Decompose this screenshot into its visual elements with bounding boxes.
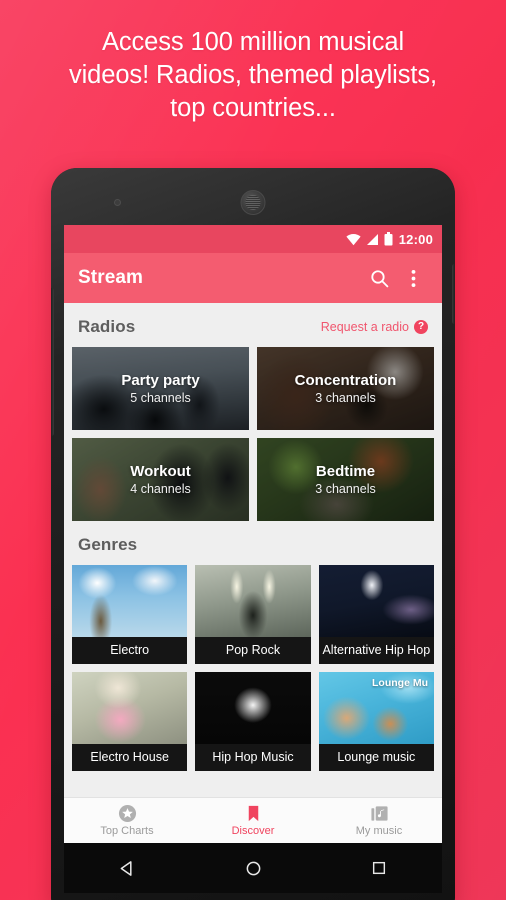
genre-label: Lounge music bbox=[318, 744, 434, 771]
status-bar: 12:00 bbox=[64, 225, 442, 253]
genre-thumbnail bbox=[195, 565, 311, 637]
genre-label: Hip Hop Music bbox=[195, 744, 311, 771]
nav-item-my-music[interactable]: My music bbox=[316, 804, 442, 837]
triangle-left-icon bbox=[120, 860, 132, 876]
headline-line-3: top countries... bbox=[170, 94, 336, 122]
genre-tile-alternative-hip-hop[interactable]: Alternative Hip Hop bbox=[318, 565, 434, 664]
request-a-radio-link[interactable]: Request a radio ? bbox=[321, 320, 428, 334]
star-circle-icon bbox=[118, 804, 136, 823]
genre-label: Alternative Hip Hop bbox=[318, 637, 434, 664]
app-title: Stream bbox=[78, 267, 144, 288]
request-a-radio-label: Request a radio bbox=[320, 320, 409, 334]
overflow-menu-icon[interactable] bbox=[396, 261, 430, 295]
circle-icon bbox=[246, 861, 260, 875]
nav-label: My music bbox=[355, 825, 403, 837]
radios-grid: Party party 5 channels Concentration 3 c… bbox=[64, 347, 442, 521]
genre-tile-lounge-music[interactable]: Lounge Mu Lounge music bbox=[318, 672, 434, 771]
nav-item-discover[interactable]: Discover bbox=[190, 804, 316, 837]
back-button[interactable] bbox=[100, 848, 154, 888]
search-icon[interactable] bbox=[362, 261, 396, 295]
radio-card-channels: 5 channels bbox=[130, 391, 191, 405]
radio-card-channels: 3 channels bbox=[315, 482, 376, 496]
radio-card-party-party[interactable]: Party party 5 channels bbox=[72, 347, 249, 430]
nav-item-top-charts[interactable]: Top Charts bbox=[64, 804, 190, 837]
battery-icon bbox=[384, 232, 393, 246]
bookmark-icon bbox=[248, 805, 258, 822]
genre-thumbnail bbox=[72, 565, 188, 637]
status-bar-icons bbox=[346, 232, 393, 246]
genre-tile-pop-rock[interactable]: Pop Rock bbox=[195, 565, 311, 664]
radios-section-header: Radios Request a radio ? bbox=[64, 303, 442, 347]
genre-tile-hip-hop-music[interactable]: Hip Hop Music bbox=[195, 672, 311, 771]
speaker-grille-icon bbox=[240, 190, 266, 215]
app-bar: Stream bbox=[64, 253, 442, 303]
cell-signal-icon bbox=[366, 233, 378, 245]
genre-thumbnail bbox=[195, 672, 311, 744]
main-content: Radios Request a radio ? Party party 5 c… bbox=[64, 303, 442, 797]
headline-line-2: videos! Radios, themed playlists, bbox=[68, 61, 438, 89]
android-navigation-bar bbox=[64, 843, 442, 893]
genre-thumbnail bbox=[72, 672, 188, 744]
genre-tile-electro[interactable]: Electro bbox=[72, 565, 188, 664]
radio-card-title: Party party bbox=[121, 372, 200, 389]
recents-button[interactable] bbox=[352, 848, 406, 888]
genres-grid: Electro Pop Rock Alternative Hip Hop Ele… bbox=[64, 565, 442, 771]
nav-label: Top Charts bbox=[100, 825, 154, 837]
radio-card-bedtime[interactable]: Bedtime 3 channels bbox=[257, 438, 434, 521]
radios-section-title: Radios bbox=[78, 317, 136, 336]
promo-headline: Access 100 million musical videos! Radio… bbox=[0, 26, 506, 125]
headline-line-1: Access 100 million musical bbox=[101, 28, 405, 56]
radio-card-concentration[interactable]: Concentration 3 channels bbox=[257, 347, 434, 430]
genre-label: Electro House bbox=[72, 744, 188, 771]
radio-card-channels: 4 channels bbox=[130, 482, 191, 496]
radio-card-workout[interactable]: Workout 4 channels bbox=[72, 438, 249, 521]
genre-thumbnail-caption: Lounge Mu bbox=[372, 677, 428, 689]
power-button[interactable] bbox=[452, 264, 455, 324]
genres-section-title: Genres bbox=[78, 535, 138, 554]
genre-thumbnail bbox=[318, 565, 434, 637]
status-bar-clock: 12:00 bbox=[398, 231, 433, 247]
genre-tile-electro-house[interactable]: Electro House bbox=[72, 672, 188, 771]
radio-card-title: Workout bbox=[130, 463, 191, 480]
radio-card-title: Bedtime bbox=[315, 463, 376, 480]
phone-device-frame: 12:00 Stream Radios Request a radio ? Pa… bbox=[51, 168, 455, 900]
music-library-icon bbox=[370, 806, 388, 821]
volume-rocker-button[interactable] bbox=[51, 288, 54, 436]
radio-card-channels: 3 channels bbox=[315, 391, 376, 405]
radio-card-title: Concentration bbox=[294, 372, 397, 389]
phone-screen: 12:00 Stream Radios Request a radio ? Pa… bbox=[64, 225, 442, 843]
genres-section-header: Genres bbox=[64, 521, 442, 565]
bottom-navigation-bar: Top Charts Discover My music bbox=[64, 797, 442, 843]
home-button[interactable] bbox=[226, 848, 280, 888]
camera-dot-icon bbox=[114, 199, 121, 206]
wifi-icon bbox=[346, 233, 361, 245]
square-icon bbox=[372, 861, 386, 875]
genre-label: Electro bbox=[72, 637, 188, 664]
help-question-icon[interactable]: ? bbox=[414, 320, 428, 334]
nav-label: Discover bbox=[231, 825, 275, 837]
genre-label: Pop Rock bbox=[195, 637, 311, 664]
